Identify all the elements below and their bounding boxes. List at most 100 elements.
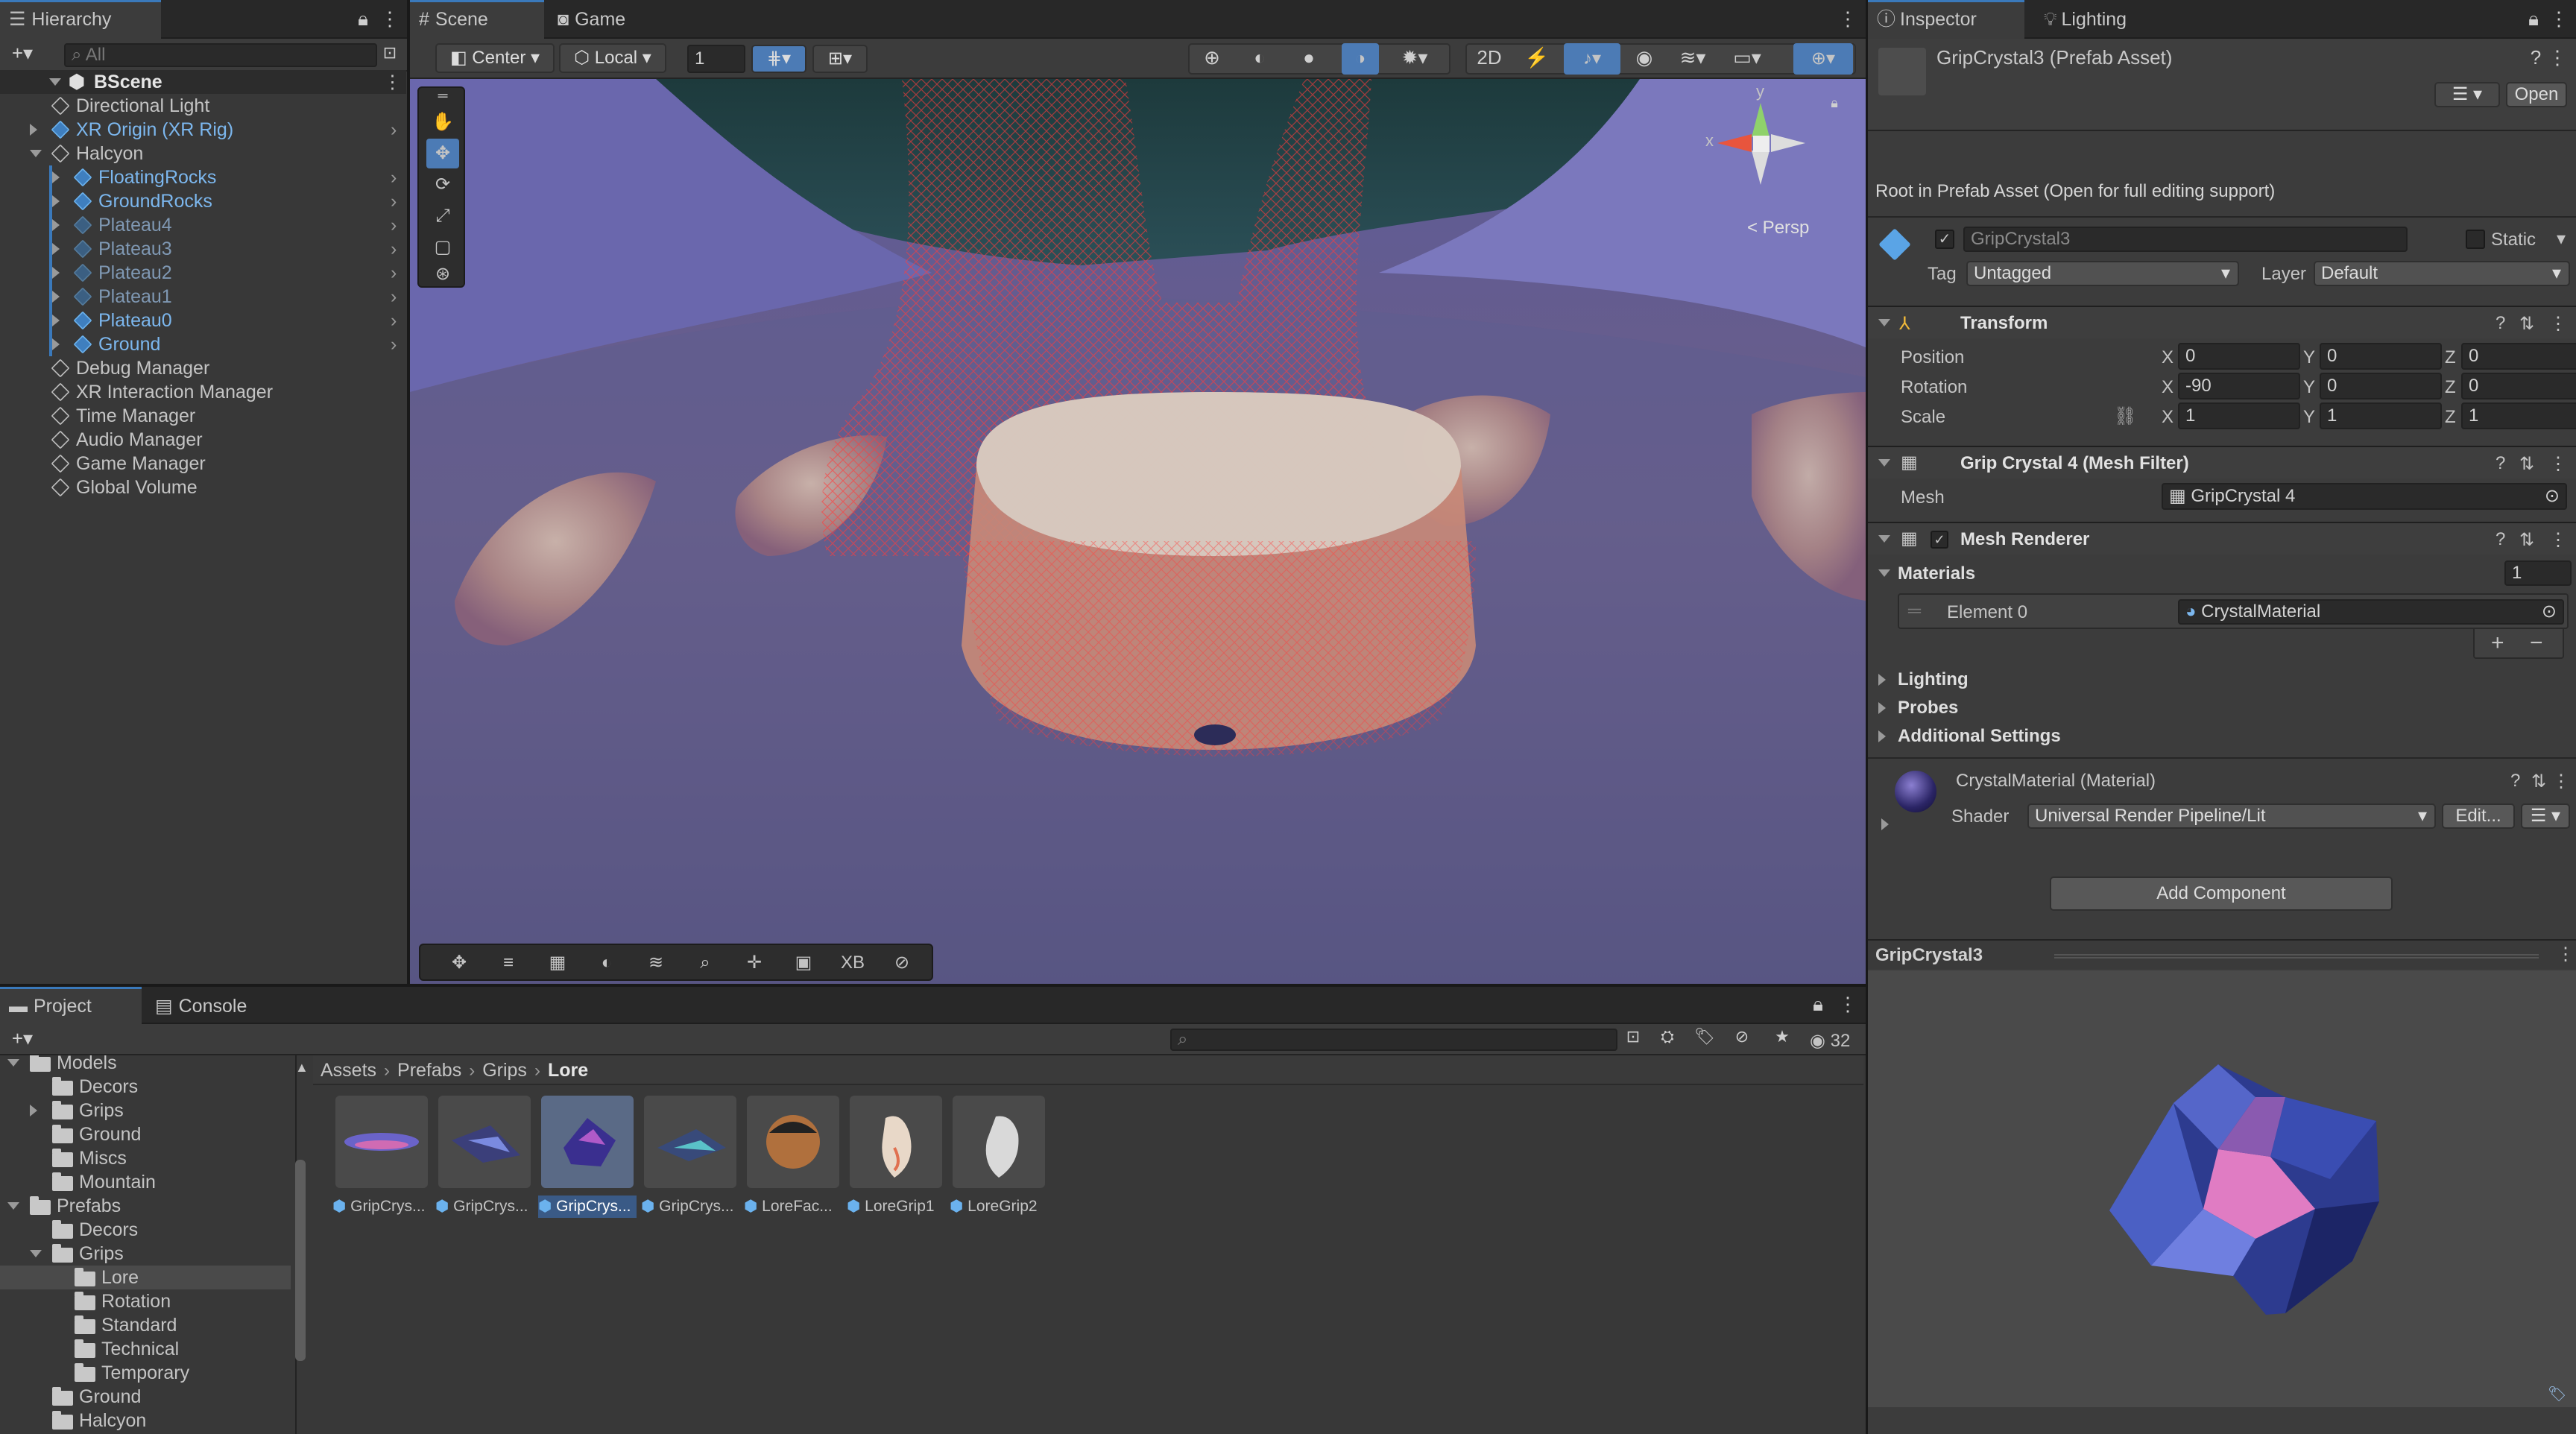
- shaded-mode-icon[interactable]: ●: [1294, 46, 1324, 69]
- project-folder-models[interactable]: Models: [0, 1055, 291, 1075]
- breadcrumb-item[interactable]: Assets: [321, 1060, 376, 1081]
- materials-chevron-icon[interactable]: [1878, 569, 1890, 577]
- presets-icon[interactable]: ⇅: [2519, 313, 2534, 335]
- tab-scene[interactable]: # Scene: [410, 0, 544, 39]
- chevron-down-icon[interactable]: [7, 1059, 19, 1067]
- transform-scale-z-field[interactable]: 1: [2461, 402, 2576, 429]
- overrides-dropdown[interactable]: ☰ ▾: [2434, 82, 2500, 107]
- help-icon[interactable]: ?: [2527, 46, 2545, 69]
- project-folder-grips[interactable]: Grips: [0, 1242, 291, 1266]
- help-icon[interactable]: ?: [2496, 313, 2505, 334]
- lock-icon[interactable]: 🔒︎: [2524, 7, 2543, 31]
- pivot-dropdown[interactable]: ◧ Center ▾: [435, 43, 555, 73]
- tab-lighting[interactable]: 💡︎ Lighting: [2035, 0, 2184, 39]
- wireframe-mode-icon[interactable]: ⊕: [1197, 46, 1227, 69]
- hierarchy-item-global-volume[interactable]: Global Volume: [0, 476, 406, 499]
- transform-rotation-y-field[interactable]: 0: [2320, 373, 2442, 399]
- remove-element-button[interactable]: −: [2530, 631, 2543, 656]
- overlay-align-icon[interactable]: ≡: [492, 948, 525, 978]
- scale-tool-icon[interactable]: ⤢: [426, 201, 459, 231]
- shaded-wireframe-icon[interactable]: ◐: [1245, 46, 1275, 69]
- hierarchy-item-halcyon[interactable]: Halcyon: [0, 142, 406, 165]
- transform-scale-x-field[interactable]: 1: [2178, 402, 2300, 429]
- component-menu-icon[interactable]: ⋮: [2549, 453, 2567, 475]
- project-folder-rotation[interactable]: Rotation: [0, 1289, 291, 1313]
- gizmo-lock-icon[interactable]: 🔒︎: [1825, 95, 1844, 111]
- project-folder-technical[interactable]: Technical: [0, 1337, 291, 1361]
- 2d-toggle-icon[interactable]: 2D: [1473, 46, 1506, 69]
- mesh-renderer-header[interactable]: ▦ ✓ Mesh Renderer ? ⇅ ⋮: [1868, 522, 2576, 555]
- hierarchy-item-plateau4[interactable]: Plateau4 ›: [0, 213, 406, 237]
- hierarchy-item-plateau3[interactable]: Plateau3 ›: [0, 237, 406, 261]
- project-folder-ground[interactable]: Ground: [0, 1122, 291, 1146]
- static-dropdown-icon[interactable]: ▾: [2557, 228, 2566, 250]
- project-folder-halcyon[interactable]: Halcyon: [0, 1409, 291, 1433]
- kebab-menu-icon[interactable]: ⋮: [1838, 993, 1857, 1016]
- chevron-right-icon[interactable]: [52, 219, 60, 231]
- chevron-right-icon[interactable]: [30, 124, 37, 136]
- rect-tool-icon[interactable]: ▢: [426, 233, 459, 262]
- help-icon[interactable]: ?: [2510, 771, 2520, 792]
- overlay-compass-icon[interactable]: ⊘: [886, 948, 918, 978]
- space-dropdown[interactable]: ⬡ Local ▾: [559, 43, 666, 73]
- prefab-open-arrow-icon[interactable]: ›: [391, 213, 397, 237]
- object-picker-icon[interactable]: ⊙: [2542, 601, 2557, 623]
- overlay-grid-icon[interactable]: ▦: [541, 948, 574, 978]
- overlay-xb-button[interactable]: XB: [836, 948, 869, 978]
- chevron-down-icon[interactable]: [30, 150, 42, 157]
- layers-icon[interactable]: ≋▾: [1670, 46, 1716, 69]
- hierarchy-item-xr-interaction-manager[interactable]: XR Interaction Manager: [0, 380, 406, 404]
- breadcrumb-item[interactable]: Grips: [482, 1060, 527, 1081]
- transform-header[interactable]: ⅄ Transform ? ⇅ ⋮: [1868, 306, 2576, 338]
- material-field[interactable]: ◕ CrystalMaterial ⊙: [2178, 599, 2564, 625]
- presets-icon[interactable]: ⇅: [2519, 529, 2534, 551]
- lock-icon[interactable]: 🔒︎: [353, 7, 373, 31]
- project-folder-standard[interactable]: Standard: [0, 1313, 291, 1337]
- chevron-down-icon[interactable]: [49, 78, 61, 86]
- chevron-right-icon[interactable]: [52, 291, 60, 303]
- prefab-open-arrow-icon[interactable]: ›: [391, 189, 397, 213]
- grid-snap-input[interactable]: 1: [687, 45, 745, 73]
- hierarchy-item-time-manager[interactable]: Time Manager: [0, 404, 406, 428]
- asset-item[interactable]: ⬢ GripCrys...: [538, 1096, 637, 1222]
- hierarchy-item-floatingrocks[interactable]: FloatingRocks ›: [0, 165, 406, 189]
- overlay-layers-icon[interactable]: ≋: [640, 948, 672, 978]
- prefab-open-arrow-icon[interactable]: ›: [391, 118, 397, 142]
- project-folder-decors[interactable]: Decors: [0, 1075, 291, 1099]
- hierarchy-item-audio-manager[interactable]: Audio Manager: [0, 428, 406, 452]
- favorites-icon[interactable]: ★: [1771, 1027, 1793, 1046]
- asset-item[interactable]: ⬢ GripCrys...: [332, 1096, 431, 1222]
- grid-snapping-button[interactable]: ⋕▾: [751, 45, 806, 73]
- tab-game[interactable]: ◙ Game: [549, 0, 675, 39]
- chevron-right-icon[interactable]: [52, 243, 60, 255]
- debug-draw-icon[interactable]: ✹▾: [1391, 46, 1439, 69]
- prefab-open-arrow-icon[interactable]: ›: [391, 237, 397, 261]
- kebab-menu-icon[interactable]: ⋮: [380, 7, 400, 31]
- orientation-gizmo[interactable]: y x: [1705, 82, 1811, 194]
- help-icon[interactable]: ?: [2496, 453, 2505, 474]
- persp-label[interactable]: < Persp: [1747, 218, 1809, 239]
- overlay-move-icon[interactable]: ✥: [443, 948, 476, 978]
- rotate-tool-icon[interactable]: ⟳: [426, 170, 459, 200]
- kebab-menu-icon[interactable]: ⋮: [2549, 7, 2569, 31]
- unlit-mode-icon[interactable]: ◑: [1342, 43, 1379, 75]
- tag-dropdown[interactable]: Untagged ▾: [1966, 261, 2239, 286]
- mesh-field[interactable]: ▦ GripCrystal 4 ⊙: [2162, 483, 2567, 510]
- prefab-open-arrow-icon[interactable]: ›: [391, 165, 397, 189]
- scene-menu-icon[interactable]: ⋮: [1838, 7, 1857, 31]
- chevron-right-icon[interactable]: [1881, 818, 1889, 830]
- project-folder-prefabs[interactable]: Prefabs: [0, 1194, 291, 1218]
- visibility-icon[interactable]: ◉: [1628, 46, 1661, 69]
- search-by-type-icon[interactable]: ⊡: [1622, 1027, 1644, 1046]
- add-element-button[interactable]: +: [2491, 631, 2504, 656]
- overlay-pivot-icon[interactable]: ✛: [738, 948, 771, 978]
- chevron-right-icon[interactable]: [52, 267, 60, 279]
- overlay-search-icon[interactable]: ⌕: [689, 948, 722, 978]
- tab-hierarchy[interactable]: ☰ Hierarchy: [0, 0, 161, 39]
- transform-tool-icon[interactable]: ⊛: [426, 259, 459, 289]
- search-options-icon[interactable]: ⊡: [380, 43, 400, 63]
- static-checkbox[interactable]: [2466, 230, 2485, 249]
- renderer-enabled-checkbox[interactable]: ✓: [1931, 531, 1948, 549]
- gizmo-center[interactable]: [1753, 136, 1770, 152]
- tree-scrollbar[interactable]: [295, 1160, 306, 1361]
